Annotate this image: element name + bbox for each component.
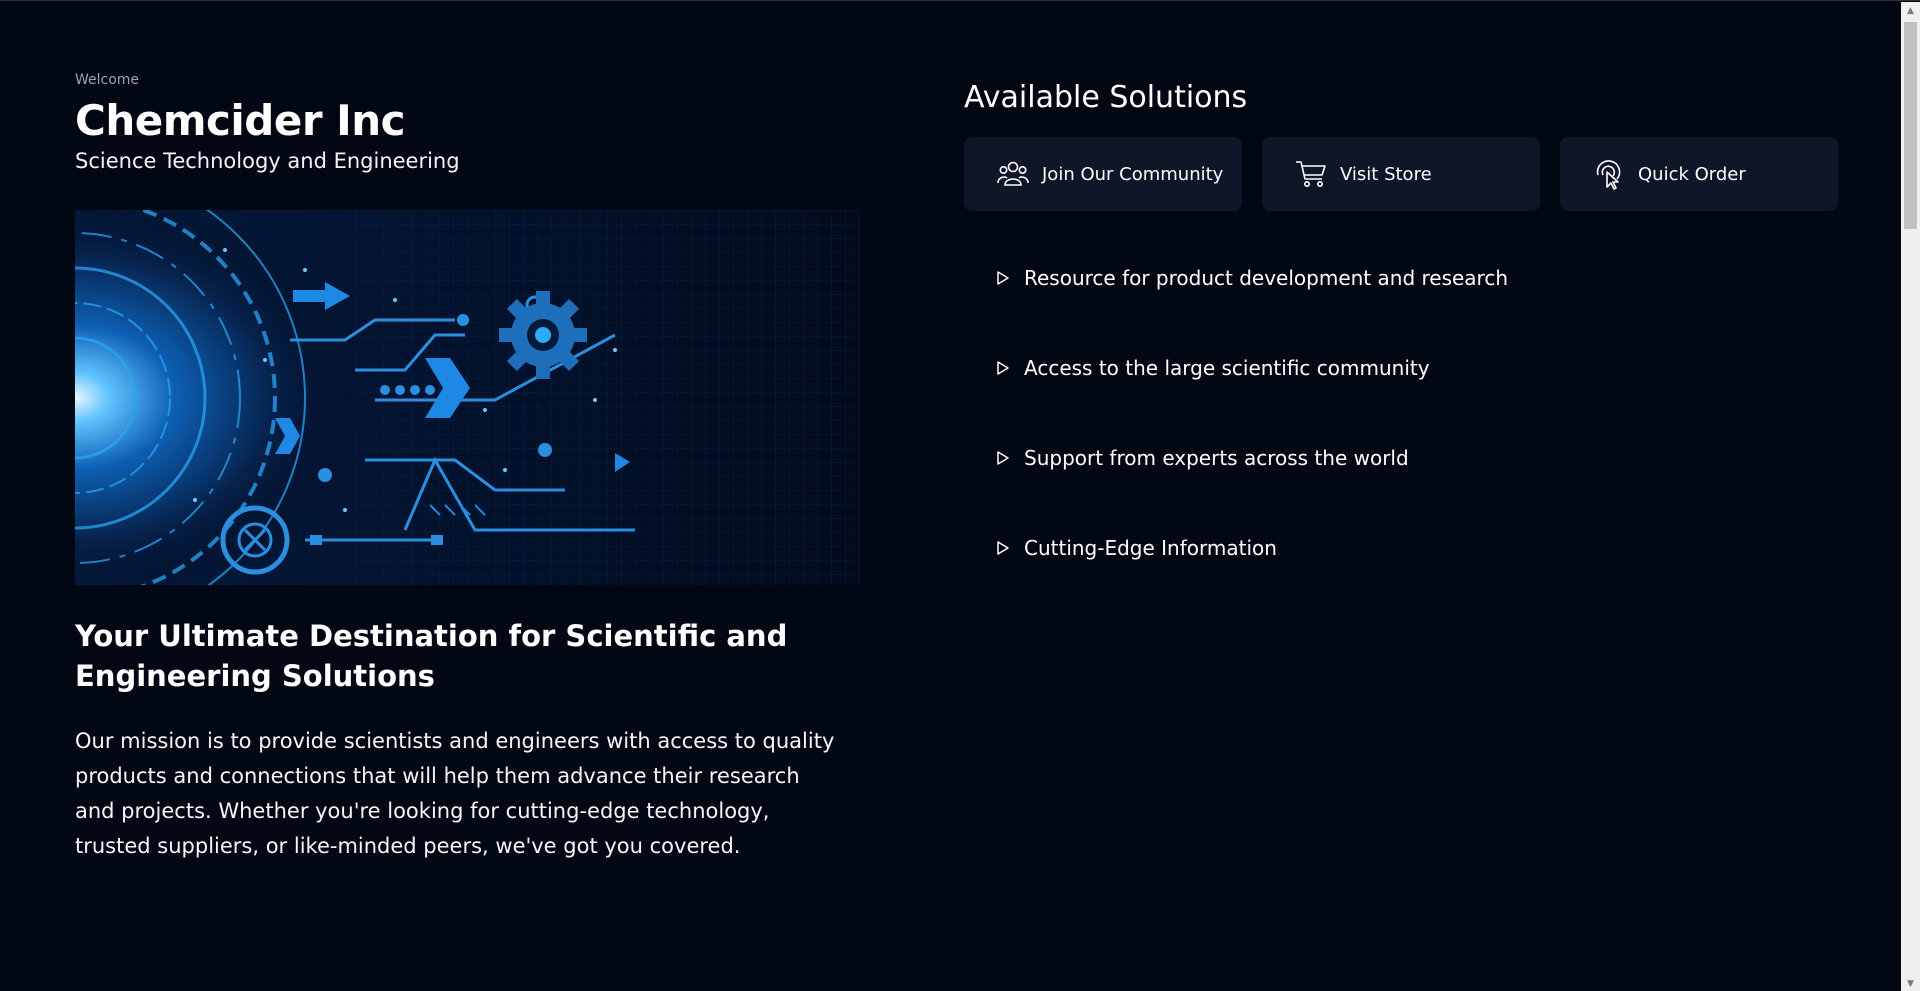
triangle-right-icon bbox=[996, 360, 1010, 376]
feature-item[interactable]: Resource for product development and res… bbox=[996, 259, 1796, 297]
triangle-right-icon bbox=[996, 450, 1010, 466]
hero-headline: Your Ultimate Destination for Scientific… bbox=[75, 619, 788, 693]
visit-store-label: Visit Store bbox=[1340, 163, 1432, 185]
vertical-scrollbar[interactable]: ▲ ▼ bbox=[1901, 2, 1920, 991]
join-community-label: Join Our Community bbox=[1042, 163, 1224, 185]
hero-image bbox=[75, 210, 860, 585]
company-name: Chemcider Inc bbox=[75, 96, 406, 145]
solution-cards: Join Our Community Visit Store Quick Ord… bbox=[964, 137, 1838, 211]
feature-text: Cutting-Edge Information bbox=[1024, 536, 1277, 560]
cart-icon bbox=[1294, 157, 1328, 191]
scroll-down-icon[interactable]: ▼ bbox=[1901, 975, 1920, 991]
triangle-right-icon bbox=[996, 540, 1010, 556]
page: Welcome Chemcider Inc Science Technology… bbox=[0, 0, 1920, 991]
mission-text: Our mission is to provide scientists and… bbox=[75, 729, 835, 858]
intro-header: Welcome Chemcider Inc Science Technology… bbox=[75, 71, 860, 175]
feature-text: Support from experts across the world bbox=[1024, 446, 1409, 470]
feature-text: Resource for product development and res… bbox=[1024, 266, 1509, 290]
scroll-thumb[interactable] bbox=[1904, 22, 1917, 229]
company-tagline: Science Technology and Engineering bbox=[75, 149, 460, 173]
click-icon bbox=[1592, 157, 1626, 191]
quick-order-label: Quick Order bbox=[1638, 163, 1746, 185]
join-community-button[interactable]: Join Our Community bbox=[964, 137, 1242, 211]
visit-store-button[interactable]: Visit Store bbox=[1262, 137, 1540, 211]
community-icon bbox=[996, 157, 1030, 191]
scroll-up-icon[interactable]: ▲ bbox=[1901, 2, 1920, 19]
quick-order-button[interactable]: Quick Order bbox=[1560, 137, 1838, 211]
welcome-text: Welcome bbox=[75, 72, 140, 88]
feature-item[interactable]: Access to the large scientific community bbox=[996, 349, 1796, 387]
solutions-title: Available Solutions bbox=[964, 80, 1248, 115]
feature-list: Resource for product development and res… bbox=[996, 259, 1796, 619]
feature-item[interactable]: Support from experts across the world bbox=[996, 439, 1796, 477]
triangle-right-icon bbox=[996, 270, 1010, 286]
feature-text: Access to the large scientific community bbox=[1024, 356, 1430, 380]
feature-item[interactable]: Cutting-Edge Information bbox=[996, 529, 1796, 567]
